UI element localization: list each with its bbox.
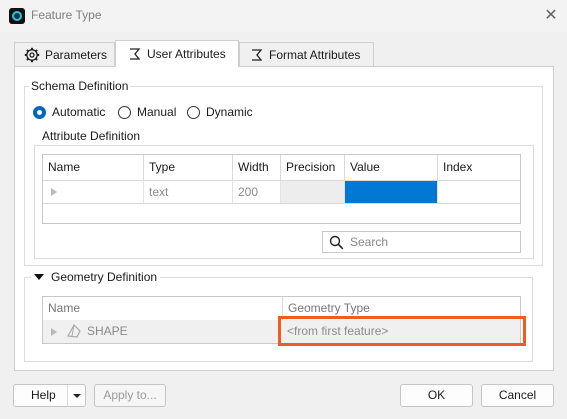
geometry-name-cell[interactable]: SHAPE <box>87 320 128 343</box>
radio-automatic-button[interactable] <box>33 105 46 119</box>
attribute-definition-label: Attribute Definition <box>40 129 143 143</box>
radio-manual[interactable]: Manual <box>118 105 176 119</box>
apply-to-button[interactable]: Apply to... <box>94 384 166 407</box>
tab-parameters[interactable]: Parameters <box>14 42 115 66</box>
chevron-down-icon[interactable] <box>67 385 85 406</box>
app-icon <box>9 8 25 24</box>
cell-width[interactable]: 200 <box>233 181 281 203</box>
schema-definition-label: Schema Definition <box>29 79 131 93</box>
search-placeholder: Search <box>350 235 389 249</box>
search-input[interactable]: Search <box>322 231 521 253</box>
geometry-definition-header[interactable]: Geometry Definition <box>31 270 161 284</box>
cell-type[interactable]: text <box>144 181 233 203</box>
tab-format-attributes-label: Format Attributes <box>269 47 361 62</box>
radio-manual-button[interactable] <box>118 105 131 119</box>
help-button-label: Help <box>31 388 56 402</box>
geometry-column-name[interactable]: Name <box>43 297 283 320</box>
search-icon <box>329 235 344 249</box>
geometry-row-expand-icon[interactable] <box>51 328 57 336</box>
geometry-definition-label: Geometry Definition <box>51 270 158 284</box>
column-header-width[interactable]: Width <box>233 155 281 180</box>
gear-icon <box>24 47 40 62</box>
cancel-button[interactable]: Cancel <box>481 384 554 407</box>
tab-format-attributes[interactable]: Format Attributes <box>239 42 374 66</box>
radio-dynamic-button[interactable] <box>187 105 200 119</box>
sigma-icon <box>252 48 263 61</box>
radio-dynamic[interactable]: Dynamic <box>187 105 253 119</box>
column-header-type[interactable]: Type <box>144 155 233 180</box>
radio-automatic-label: Automatic <box>52 105 106 119</box>
close-icon[interactable]: ✕ <box>540 5 562 27</box>
column-header-precision[interactable]: Precision <box>281 155 345 180</box>
cell-value-selected[interactable] <box>345 181 438 203</box>
tab-user-attributes-label: User Attributes <box>147 47 226 61</box>
collapse-arrow-icon[interactable] <box>34 274 44 280</box>
cell-name[interactable] <box>43 181 144 203</box>
cell-index[interactable] <box>438 181 520 203</box>
window-title: Feature Type <box>31 8 102 22</box>
column-header-index[interactable]: Index <box>438 155 520 180</box>
tab-user-attributes[interactable]: User Attributes <box>115 40 239 67</box>
tab-parameters-label: Parameters <box>45 47 108 62</box>
column-header-name[interactable]: Name <box>43 155 144 180</box>
title-bar: Feature Type ✕ <box>0 0 567 32</box>
column-header-value[interactable]: Value <box>345 155 438 180</box>
cell-precision[interactable] <box>281 181 345 203</box>
geometry-type-highlight <box>278 316 526 346</box>
attribute-table: Name Type Width Precision Value Index te… <box>42 154 521 224</box>
radio-dynamic-label: Dynamic <box>206 105 253 119</box>
radio-manual-label: Manual <box>137 105 177 119</box>
radio-automatic[interactable]: Automatic <box>33 105 105 119</box>
sigma-icon <box>130 48 141 60</box>
ok-button[interactable]: OK <box>400 384 473 407</box>
help-button[interactable]: Help <box>13 384 86 407</box>
geometry-shape-icon <box>67 324 81 338</box>
